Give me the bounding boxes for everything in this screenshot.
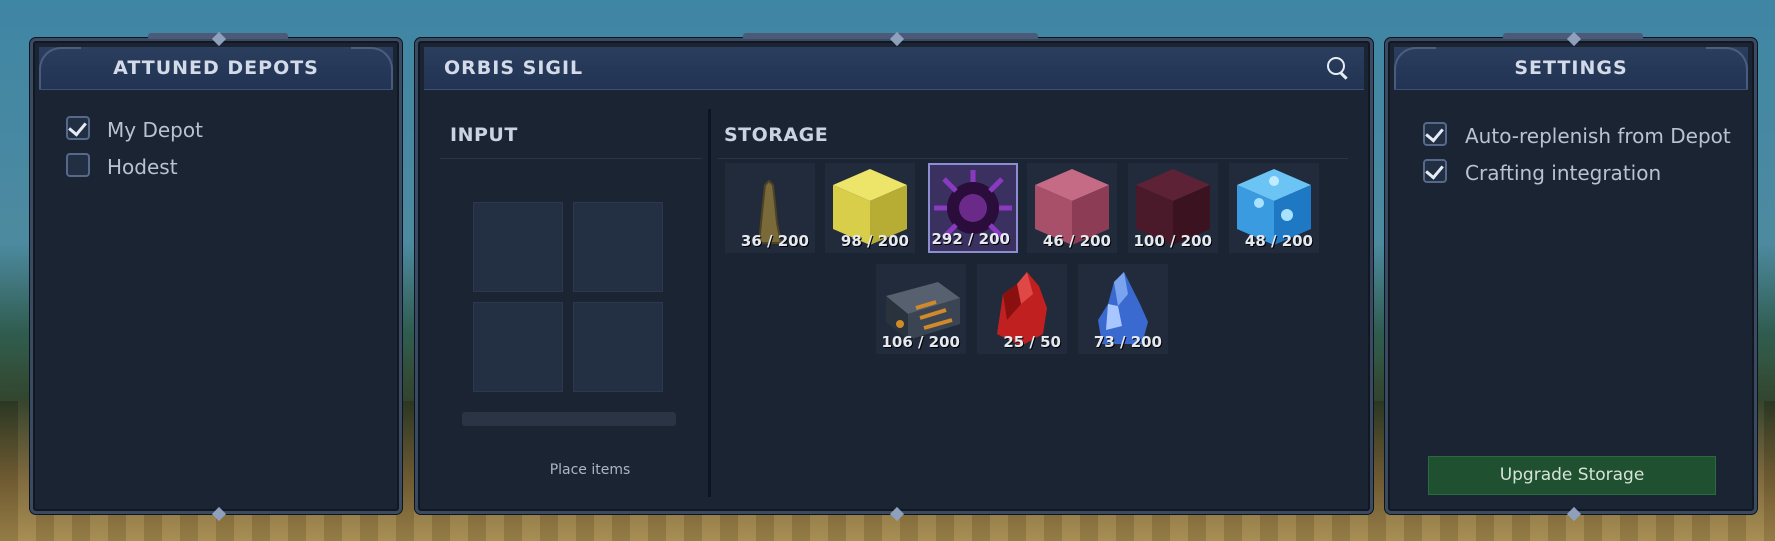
section-divider [708, 109, 711, 497]
storage-item[interactable]: 46 / 200 [1027, 163, 1117, 253]
item-quantity: 106 / 200 [881, 333, 960, 351]
storage-item[interactable]: 25 / 50 [977, 264, 1067, 354]
input-slot[interactable] [473, 302, 563, 392]
depot-checkbox-hodest[interactable] [66, 153, 90, 177]
storage-item[interactable]: 48 / 200 [1229, 163, 1319, 253]
storage-item[interactable]: 98 / 200 [825, 163, 915, 253]
item-quantity: 73 / 200 [1093, 333, 1162, 351]
checkmark-icon [68, 117, 87, 137]
input-title: INPUT [450, 124, 518, 146]
setting-label: Auto-replenish from Depot [1465, 124, 1731, 148]
item-quantity: 25 / 50 [1003, 333, 1061, 351]
input-slot[interactable] [473, 202, 563, 292]
item-quantity: 292 / 200 [931, 230, 1010, 248]
storage-item[interactable]: 106 / 200 [876, 264, 966, 354]
setting-checkbox-auto-replenish[interactable] [1423, 122, 1447, 146]
storage-item[interactable]: 100 / 200 [1128, 163, 1218, 253]
panel-header: SETTINGS [1394, 47, 1748, 90]
depot-checkbox-my-depot[interactable] [66, 116, 90, 140]
panel-title: ORBIS SIGIL [444, 57, 584, 79]
attuned-depots-panel: ATTUNED DEPOTS My Depot Hodest [30, 31, 402, 522]
panel-title: ATTUNED DEPOTS [113, 57, 319, 79]
input-hint: Place items [549, 462, 631, 478]
input-slot[interactable] [573, 302, 663, 392]
setting-checkbox-crafting-integration[interactable] [1423, 159, 1447, 183]
setting-label: Crafting integration [1465, 161, 1662, 185]
item-quantity: 100 / 200 [1133, 232, 1212, 250]
input-underline [440, 158, 702, 159]
settings-panel: SETTINGS Auto-replenish from Depot Craft… [1385, 31, 1757, 522]
checkmark-icon [1425, 160, 1444, 180]
item-quantity: 36 / 200 [740, 232, 809, 250]
item-quantity: 48 / 200 [1244, 232, 1313, 250]
storage-item-selected[interactable]: 292 / 200 [928, 163, 1018, 253]
input-slot[interactable] [573, 202, 663, 292]
panel-title: SETTINGS [1514, 57, 1628, 79]
upgrade-storage-button[interactable]: Upgrade Storage [1428, 456, 1716, 495]
storage-item[interactable]: 36 / 200 [725, 163, 815, 253]
storage-underline [718, 158, 1348, 159]
panel-header: ORBIS SIGIL [424, 47, 1364, 90]
storage-item[interactable]: 73 / 200 [1078, 264, 1168, 354]
panel-header: ATTUNED DEPOTS [39, 47, 393, 90]
storage-title: STORAGE [724, 124, 829, 146]
depot-label: My Depot [107, 118, 203, 142]
search-icon[interactable] [1327, 57, 1345, 75]
depot-label: Hodest [107, 155, 178, 179]
checkmark-icon [1425, 123, 1444, 143]
input-progress-bar [462, 412, 676, 426]
item-quantity: 46 / 200 [1042, 232, 1111, 250]
item-quantity: 98 / 200 [840, 232, 909, 250]
